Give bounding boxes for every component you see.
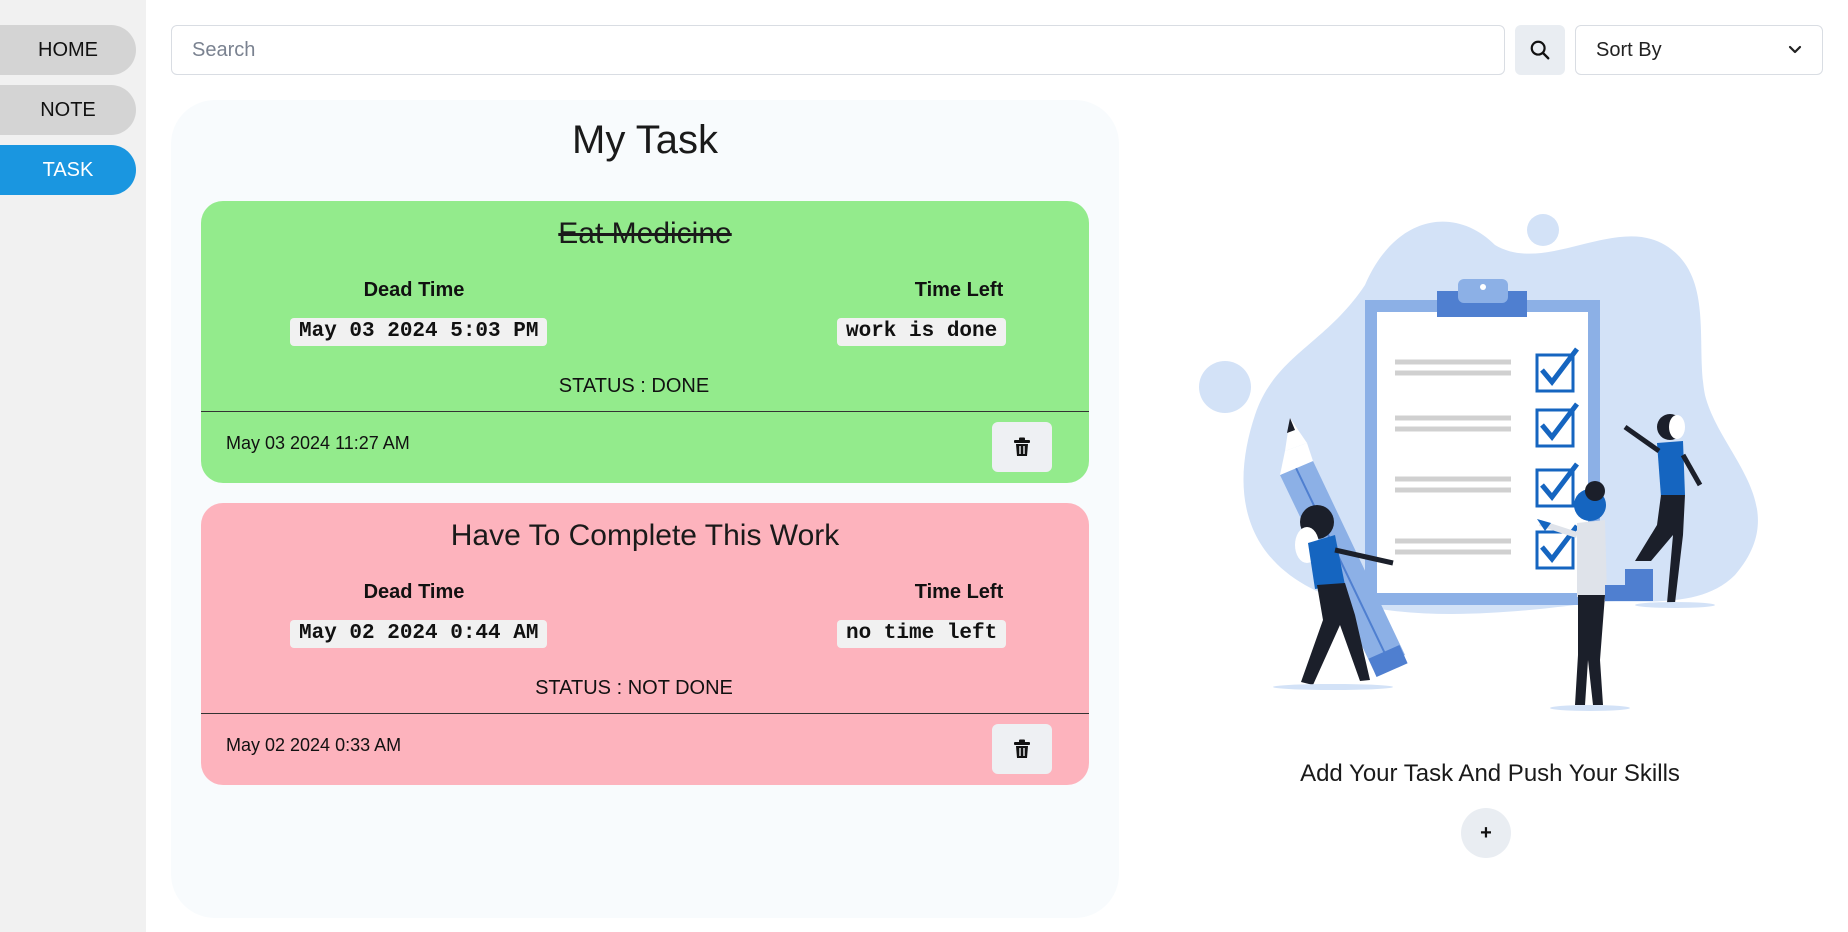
dead-time-value: May 02 2024 0:44 AM — [290, 620, 548, 648]
task-title: Have To Complete This Work — [450, 519, 840, 552]
chevron-down-icon — [1788, 45, 1802, 54]
task-title: Eat Medicine — [558, 217, 732, 250]
created-timestamp: May 02 2024 0:33 AM — [226, 735, 402, 755]
nav-home-label: HOME — [38, 38, 98, 61]
task-card: Eat Medicine Dead Time Time Left May 03 … — [201, 201, 1089, 483]
clip-dot — [1480, 284, 1486, 290]
nav-task-button[interactable]: TASK — [0, 145, 136, 195]
search-button[interactable] — [1515, 25, 1565, 75]
decor-circle — [1527, 214, 1559, 246]
search-icon — [1530, 40, 1550, 60]
plus-icon: + — [1480, 821, 1492, 844]
decor-circle — [1199, 361, 1251, 413]
task-panel: My Task Eat Medicine Dead Time Time Left… — [171, 100, 1119, 918]
nav-note-label: NOTE — [40, 98, 96, 121]
nav-note-button[interactable]: NOTE — [0, 85, 136, 135]
search-input[interactable] — [171, 25, 1505, 75]
dead-time-value: May 03 2024 5:03 PM — [290, 318, 548, 346]
app-root: HOME NOTE TASK Sort By My Task Eat Medic… — [0, 0, 1848, 932]
add-task-button[interactable]: + — [1461, 808, 1511, 858]
nav-home-button[interactable]: HOME — [0, 25, 136, 75]
trash-icon — [1014, 739, 1030, 758]
page-title: My Task — [572, 118, 718, 162]
time-left-value: no time left — [837, 620, 1007, 648]
task-card: Have To Complete This Work Dead Time Tim… — [201, 503, 1089, 785]
delete-task-button[interactable] — [992, 422, 1052, 472]
status-text: STATUS : NOT DONE — [535, 677, 733, 699]
sort-select-value: Sort By — [1596, 38, 1662, 61]
delete-task-button[interactable] — [992, 724, 1052, 774]
tagline: Add Your Task And Push Your Skills — [1300, 760, 1680, 787]
divider — [201, 713, 1089, 714]
status-text: STATUS : DONE — [558, 375, 710, 397]
clipboard-clip-top — [1458, 279, 1508, 303]
sort-select[interactable]: Sort By — [1575, 25, 1823, 75]
dead-time-heading: Dead Time — [363, 581, 465, 603]
checklist-illustration — [1199, 214, 1758, 711]
time-left-value: work is done — [837, 318, 1007, 346]
sidebar: HOME NOTE TASK — [0, 0, 146, 932]
divider — [201, 411, 1089, 412]
nav-task-label: TASK — [42, 158, 94, 181]
time-left-heading: Time Left — [914, 279, 1004, 301]
trash-icon — [1014, 437, 1030, 456]
dead-time-heading: Dead Time — [363, 279, 465, 301]
created-timestamp: May 03 2024 11:27 AM — [226, 433, 410, 453]
time-left-heading: Time Left — [914, 581, 1004, 603]
